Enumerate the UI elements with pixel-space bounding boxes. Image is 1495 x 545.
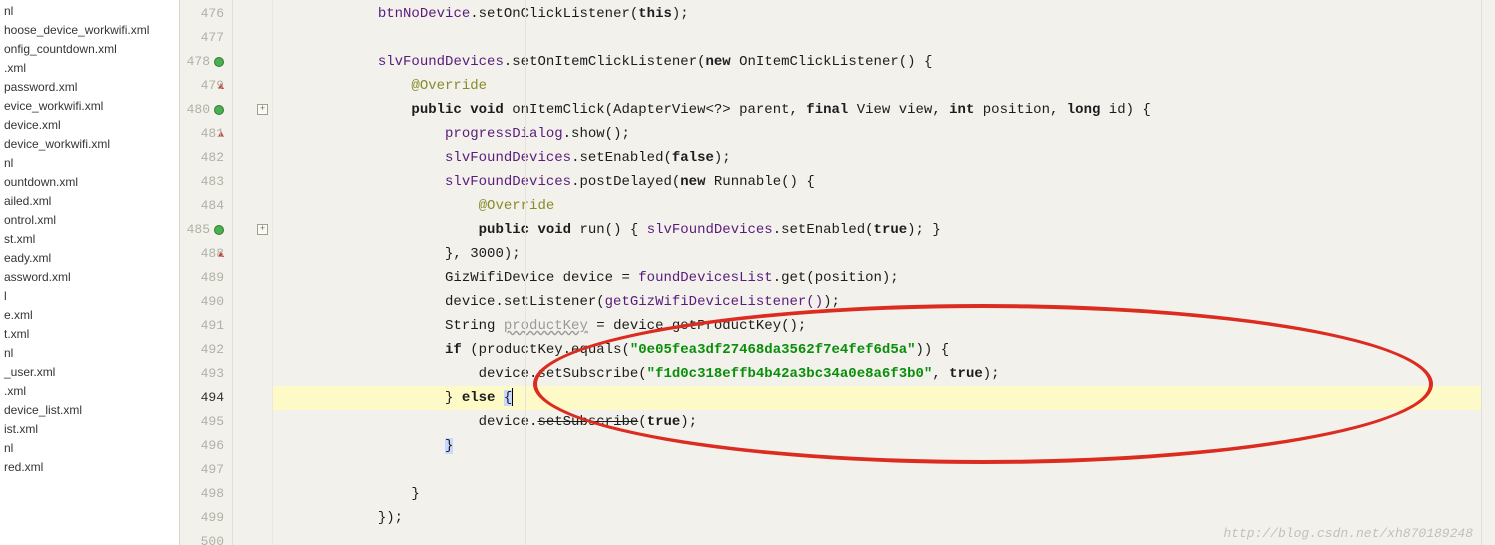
line-number: 498 <box>180 482 232 506</box>
file-item[interactable]: _user.xml <box>0 363 179 382</box>
file-item[interactable]: device_workwifi.xml <box>0 135 179 154</box>
file-item[interactable]: nl <box>0 2 179 21</box>
code-line[interactable]: slvFoundDevices.setOnItemClickListener(n… <box>273 50 1481 74</box>
file-item[interactable]: assword.xml <box>0 268 179 287</box>
file-item[interactable]: ist.xml <box>0 420 179 439</box>
indent-guide <box>525 0 526 545</box>
file-item[interactable]: device.xml <box>0 116 179 135</box>
line-number: 499 <box>180 506 232 530</box>
file-item[interactable]: onfig_countdown.xml <box>0 40 179 59</box>
line-number: 492 <box>180 338 232 362</box>
line-number: 485 <box>180 218 232 242</box>
line-number: 478 <box>180 50 232 74</box>
code-line[interactable]: GizWifiDevice device = foundDevicesList.… <box>273 266 1481 290</box>
line-number: 494 <box>180 386 232 410</box>
text-caret <box>512 388 513 406</box>
code-line[interactable]: device.setSubscribe("f1d0c318effb4b42a3b… <box>273 362 1481 386</box>
code-line[interactable]: String productKey = device.getProductKey… <box>273 314 1481 338</box>
project-explorer[interactable]: nlhoose_device_workwifi.xmlonfig_countdo… <box>0 0 180 545</box>
line-number: 497 <box>180 458 232 482</box>
override-marker-icon[interactable] <box>214 105 224 115</box>
code-line[interactable] <box>273 26 1481 50</box>
line-number: 479 <box>180 74 232 98</box>
line-number: 500 <box>180 530 232 545</box>
file-item[interactable]: nl <box>0 439 179 458</box>
code-line[interactable]: btnNoDevice.setOnClickListener(this); <box>273 2 1481 26</box>
file-item[interactable]: st.xml <box>0 230 179 249</box>
line-number: 482 <box>180 146 232 170</box>
line-number: 477 <box>180 26 232 50</box>
file-item[interactable]: .xml <box>0 59 179 78</box>
fold-handle-icon[interactable]: + <box>257 104 268 115</box>
code-line[interactable]: } else { <box>273 386 1481 410</box>
code-line[interactable]: @Override <box>273 194 1481 218</box>
code-line[interactable] <box>273 458 1481 482</box>
code-line[interactable]: @Override <box>273 74 1481 98</box>
file-item[interactable]: .xml <box>0 382 179 401</box>
code-line[interactable]: }); <box>273 506 1481 530</box>
line-number: 476 <box>180 2 232 26</box>
code-line[interactable]: device.setSubscribe(true); <box>273 410 1481 434</box>
line-number: 489 <box>180 266 232 290</box>
root: nlhoose_device_workwifi.xmlonfig_countdo… <box>0 0 1495 545</box>
fold-margin[interactable]: ++ <box>232 0 272 545</box>
fold-handle-icon[interactable]: + <box>257 224 268 235</box>
override-marker-icon[interactable] <box>214 57 224 67</box>
file-item[interactable]: ountdown.xml <box>0 173 179 192</box>
code-line[interactable]: } <box>273 434 1481 458</box>
file-item[interactable]: password.xml <box>0 78 179 97</box>
code-line[interactable]: } <box>273 482 1481 506</box>
line-number: 496 <box>180 434 232 458</box>
right-edge <box>1481 0 1495 545</box>
line-number: 495 <box>180 410 232 434</box>
line-number: 493 <box>180 362 232 386</box>
file-item[interactable]: ontrol.xml <box>0 211 179 230</box>
code-line[interactable]: slvFoundDevices.postDelayed(new Runnable… <box>273 170 1481 194</box>
line-number: 488 <box>180 242 232 266</box>
line-number: 483 <box>180 170 232 194</box>
override-marker-icon[interactable] <box>214 225 224 235</box>
line-number: 491 <box>180 314 232 338</box>
line-number: 480 <box>180 98 232 122</box>
code-line[interactable]: device.setListener(getGizWifiDeviceListe… <box>273 290 1481 314</box>
code-line[interactable]: }, 3000); <box>273 242 1481 266</box>
code-line[interactable]: public void onItemClick(AdapterView<?> p… <box>273 98 1481 122</box>
file-item[interactable]: red.xml <box>0 458 179 477</box>
file-item[interactable]: e.xml <box>0 306 179 325</box>
file-item[interactable]: hoose_device_workwifi.xml <box>0 21 179 40</box>
code-line[interactable]: if (productKey.equals("0e05fea3df27468da… <box>273 338 1481 362</box>
code-line[interactable]: public void run() { slvFoundDevices.setE… <box>273 218 1481 242</box>
line-number: 481 <box>180 122 232 146</box>
file-item[interactable]: evice_workwifi.xml <box>0 97 179 116</box>
file-item[interactable]: nl <box>0 344 179 363</box>
code-line[interactable] <box>273 530 1481 545</box>
code-line[interactable]: slvFoundDevices.setEnabled(false); <box>273 146 1481 170</box>
code-area[interactable]: btnNoDevice.setOnClickListener(this); sl… <box>272 0 1481 545</box>
file-item[interactable]: nl <box>0 154 179 173</box>
file-item[interactable]: t.xml <box>0 325 179 344</box>
line-number-gutter: 4764774784794804814824834844854884894904… <box>180 0 232 545</box>
code-editor[interactable]: 4764774784794804814824834844854884894904… <box>180 0 1495 545</box>
line-number: 484 <box>180 194 232 218</box>
code-line[interactable]: progressDialog.show(); <box>273 122 1481 146</box>
file-item[interactable]: device_list.xml <box>0 401 179 420</box>
file-item[interactable]: l <box>0 287 179 306</box>
line-number: 490 <box>180 290 232 314</box>
file-item[interactable]: eady.xml <box>0 249 179 268</box>
file-item[interactable]: ailed.xml <box>0 192 179 211</box>
